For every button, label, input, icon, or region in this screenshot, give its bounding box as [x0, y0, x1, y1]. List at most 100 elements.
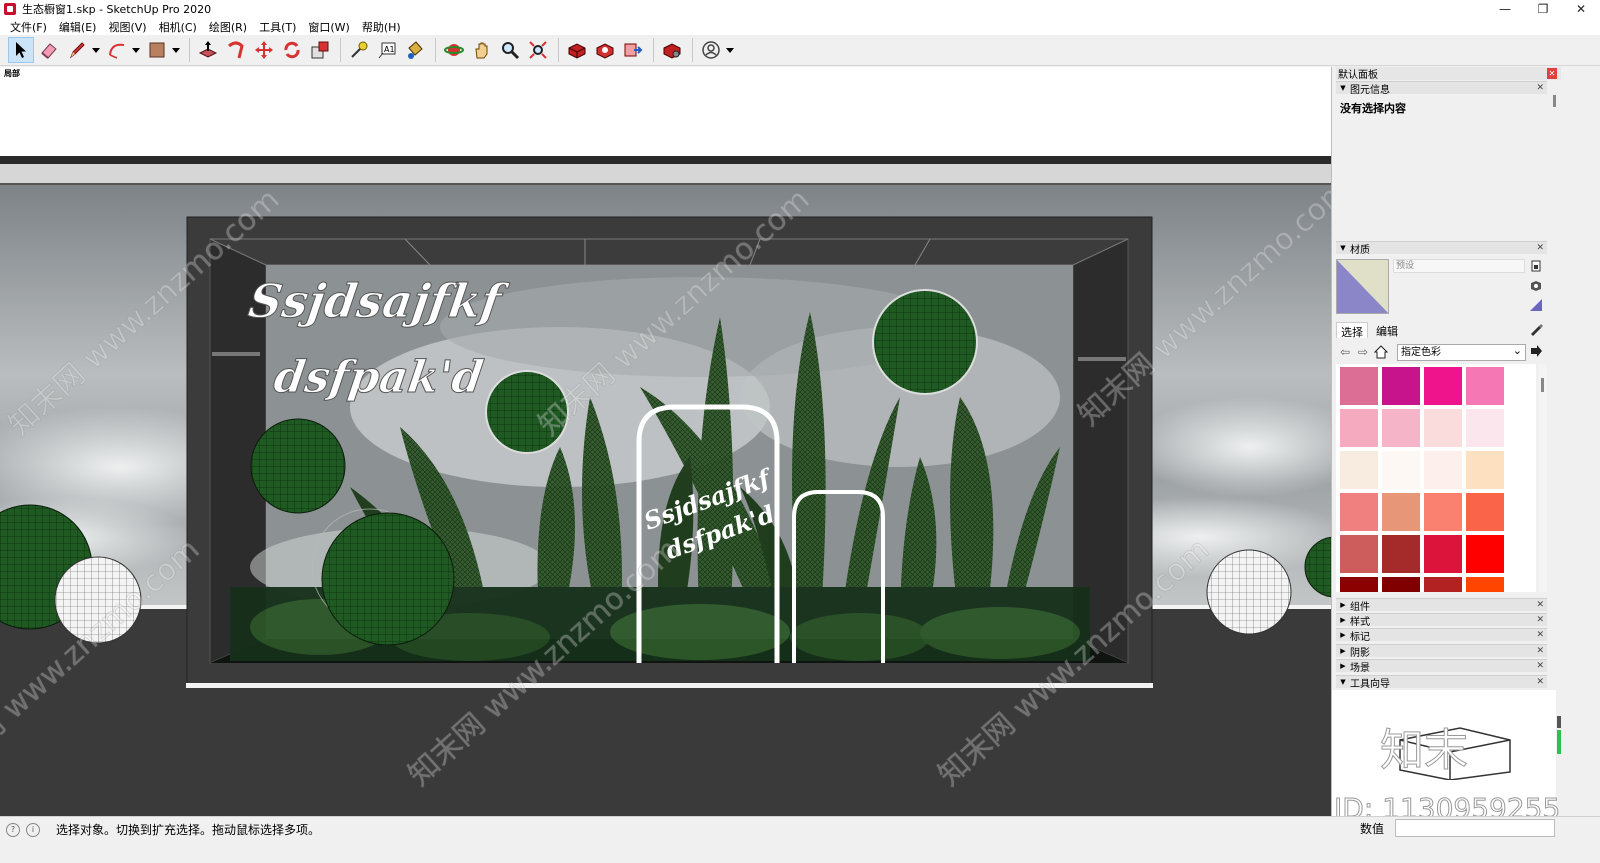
menu-draw[interactable]: 绘图(R): [203, 19, 253, 35]
follow-me-tool-button[interactable]: [223, 37, 249, 63]
material-swatch[interactable]: [1466, 577, 1504, 592]
material-swatch[interactable]: [1340, 577, 1378, 592]
material-swatch[interactable]: [1382, 409, 1420, 447]
material-swatch[interactable]: [1340, 409, 1378, 447]
material-swatch[interactable]: [1424, 451, 1462, 489]
geo-location-icon[interactable]: ?: [6, 822, 20, 837]
menu-tools[interactable]: 工具(T): [253, 19, 302, 35]
material-swatch[interactable]: [1382, 535, 1420, 573]
material-collection-select[interactable]: 指定色彩: [1397, 343, 1526, 361]
scroll-thumb[interactable]: [1557, 730, 1561, 754]
tape-measure-tool-button[interactable]: [346, 37, 372, 63]
material-swatch[interactable]: [1466, 451, 1504, 489]
menu-view[interactable]: 视图(V): [102, 19, 152, 35]
model-viewport[interactable]: Ssjdsajfkf dsfpak'd Ssjdsajfkf dsfpak'd …: [0, 67, 1331, 816]
orbit-tool-button[interactable]: [441, 37, 467, 63]
panel-close-icon[interactable]: ✕: [1536, 630, 1544, 640]
display-secondary-icon[interactable]: [1529, 279, 1543, 293]
forward-arrow-icon[interactable]: ⇨: [1354, 343, 1372, 361]
material-swatch[interactable]: [1340, 367, 1378, 405]
material-swatch[interactable]: [1382, 451, 1420, 489]
panel-close-icon[interactable]: ✕: [1536, 600, 1544, 610]
material-swatch[interactable]: [1466, 409, 1504, 447]
scene-tab-label[interactable]: 局部: [4, 68, 20, 79]
panel-close-icon[interactable]: ✕: [1536, 243, 1544, 253]
scroll-thumb[interactable]: [1541, 378, 1544, 392]
arc-tool-dropdown[interactable]: [132, 37, 140, 63]
material-swatch[interactable]: [1424, 409, 1462, 447]
material-swatch[interactable]: [1424, 577, 1462, 592]
material-swatch[interactable]: [1340, 493, 1378, 531]
extension-manager-button[interactable]: [659, 37, 685, 63]
details-arrow-icon[interactable]: [1529, 344, 1543, 358]
line-tool-dropdown[interactable]: [92, 37, 100, 63]
line-tool-button[interactable]: [64, 37, 90, 63]
arc-tool-button[interactable]: [104, 37, 130, 63]
tags-header[interactable]: ▶ 标记 ✕: [1336, 628, 1547, 643]
scenes-header[interactable]: ▶ 场景 ✕: [1336, 659, 1547, 674]
move-tool-button[interactable]: [251, 37, 277, 63]
push-pull-tool-button[interactable]: [195, 37, 221, 63]
material-swatch[interactable]: [1466, 367, 1504, 405]
minimize-button[interactable]: —: [1486, 0, 1524, 18]
menu-file[interactable]: 文件(F): [4, 19, 53, 35]
create-material-icon[interactable]: [1529, 259, 1543, 273]
panel-close-icon[interactable]: ✕: [1536, 677, 1544, 687]
shape-tool-button[interactable]: [144, 37, 170, 63]
tab-edit[interactable]: 编辑: [1372, 322, 1402, 338]
panel-close-icon[interactable]: ✕: [1536, 661, 1544, 671]
extension-warehouse-button[interactable]: [592, 37, 618, 63]
scale-tool-button[interactable]: [307, 37, 333, 63]
material-swatch[interactable]: [1340, 451, 1378, 489]
send-to-layout-button[interactable]: [620, 37, 646, 63]
shadows-header[interactable]: ▶ 阴影 ✕: [1336, 644, 1547, 659]
tab-select[interactable]: 选择: [1336, 322, 1368, 339]
panel-close-icon[interactable]: ✕: [1536, 615, 1544, 625]
rotate-tool-button[interactable]: [279, 37, 305, 63]
menu-edit[interactable]: 编辑(E): [53, 19, 103, 35]
material-swatch[interactable]: [1340, 535, 1378, 573]
panel-close-icon[interactable]: ✕: [1536, 646, 1544, 656]
entity-info-header[interactable]: ▼ 图元信息 ✕: [1336, 81, 1547, 96]
swatch-scrollbar[interactable]: [1539, 364, 1547, 592]
account-button[interactable]: [698, 37, 724, 63]
eraser-tool-button[interactable]: [36, 37, 62, 63]
material-swatch[interactable]: [1382, 493, 1420, 531]
menu-window[interactable]: 窗口(W): [302, 19, 355, 35]
account-dropdown[interactable]: [726, 37, 734, 63]
pan-tool-button[interactable]: [469, 37, 495, 63]
material-swatch[interactable]: [1424, 535, 1462, 573]
restore-button[interactable]: ❐: [1524, 0, 1562, 18]
menu-camera[interactable]: 相机(C): [153, 19, 203, 35]
material-swatch[interactable]: [1466, 493, 1504, 531]
text-tool-button[interactable]: A1: [374, 37, 400, 63]
styles-header[interactable]: ▶ 样式 ✕: [1336, 613, 1547, 628]
tray-scrollbar[interactable]: [1553, 95, 1556, 107]
components-header[interactable]: ▶ 组件 ✕: [1336, 598, 1547, 613]
sample-paint-icon[interactable]: [1529, 322, 1543, 336]
instructor-scrollbar[interactable]: [1556, 690, 1562, 816]
menu-help[interactable]: 帮助(H): [356, 19, 407, 35]
back-arrow-icon[interactable]: ⇦: [1336, 343, 1354, 361]
measurements-input[interactable]: [1395, 819, 1555, 837]
home-icon[interactable]: [1372, 343, 1390, 361]
tray-close-button[interactable]: ✕: [1547, 68, 1557, 79]
3d-warehouse-button[interactable]: [564, 37, 590, 63]
zoom-extents-tool-button[interactable]: [525, 37, 551, 63]
materials-header[interactable]: ▼ 材质 ✕: [1336, 241, 1547, 256]
default-material-icon[interactable]: [1529, 298, 1543, 312]
material-swatch[interactable]: [1424, 367, 1462, 405]
instructor-header[interactable]: ▼ 工具向导 ✕: [1336, 675, 1547, 690]
material-swatch[interactable]: [1382, 367, 1420, 405]
material-swatch[interactable]: [1424, 493, 1462, 531]
close-button[interactable]: ✕: [1562, 0, 1600, 18]
paint-bucket-tool-button[interactable]: [402, 37, 428, 63]
shape-tool-dropdown[interactable]: [172, 37, 180, 63]
panel-close-icon[interactable]: ✕: [1536, 83, 1544, 93]
material-name-field[interactable]: 预设: [1393, 259, 1525, 273]
info-icon[interactable]: i: [26, 822, 40, 837]
material-swatch[interactable]: [1382, 577, 1420, 592]
material-swatch[interactable]: [1466, 535, 1504, 573]
zoom-tool-button[interactable]: [497, 37, 523, 63]
select-tool-button[interactable]: [8, 37, 34, 63]
